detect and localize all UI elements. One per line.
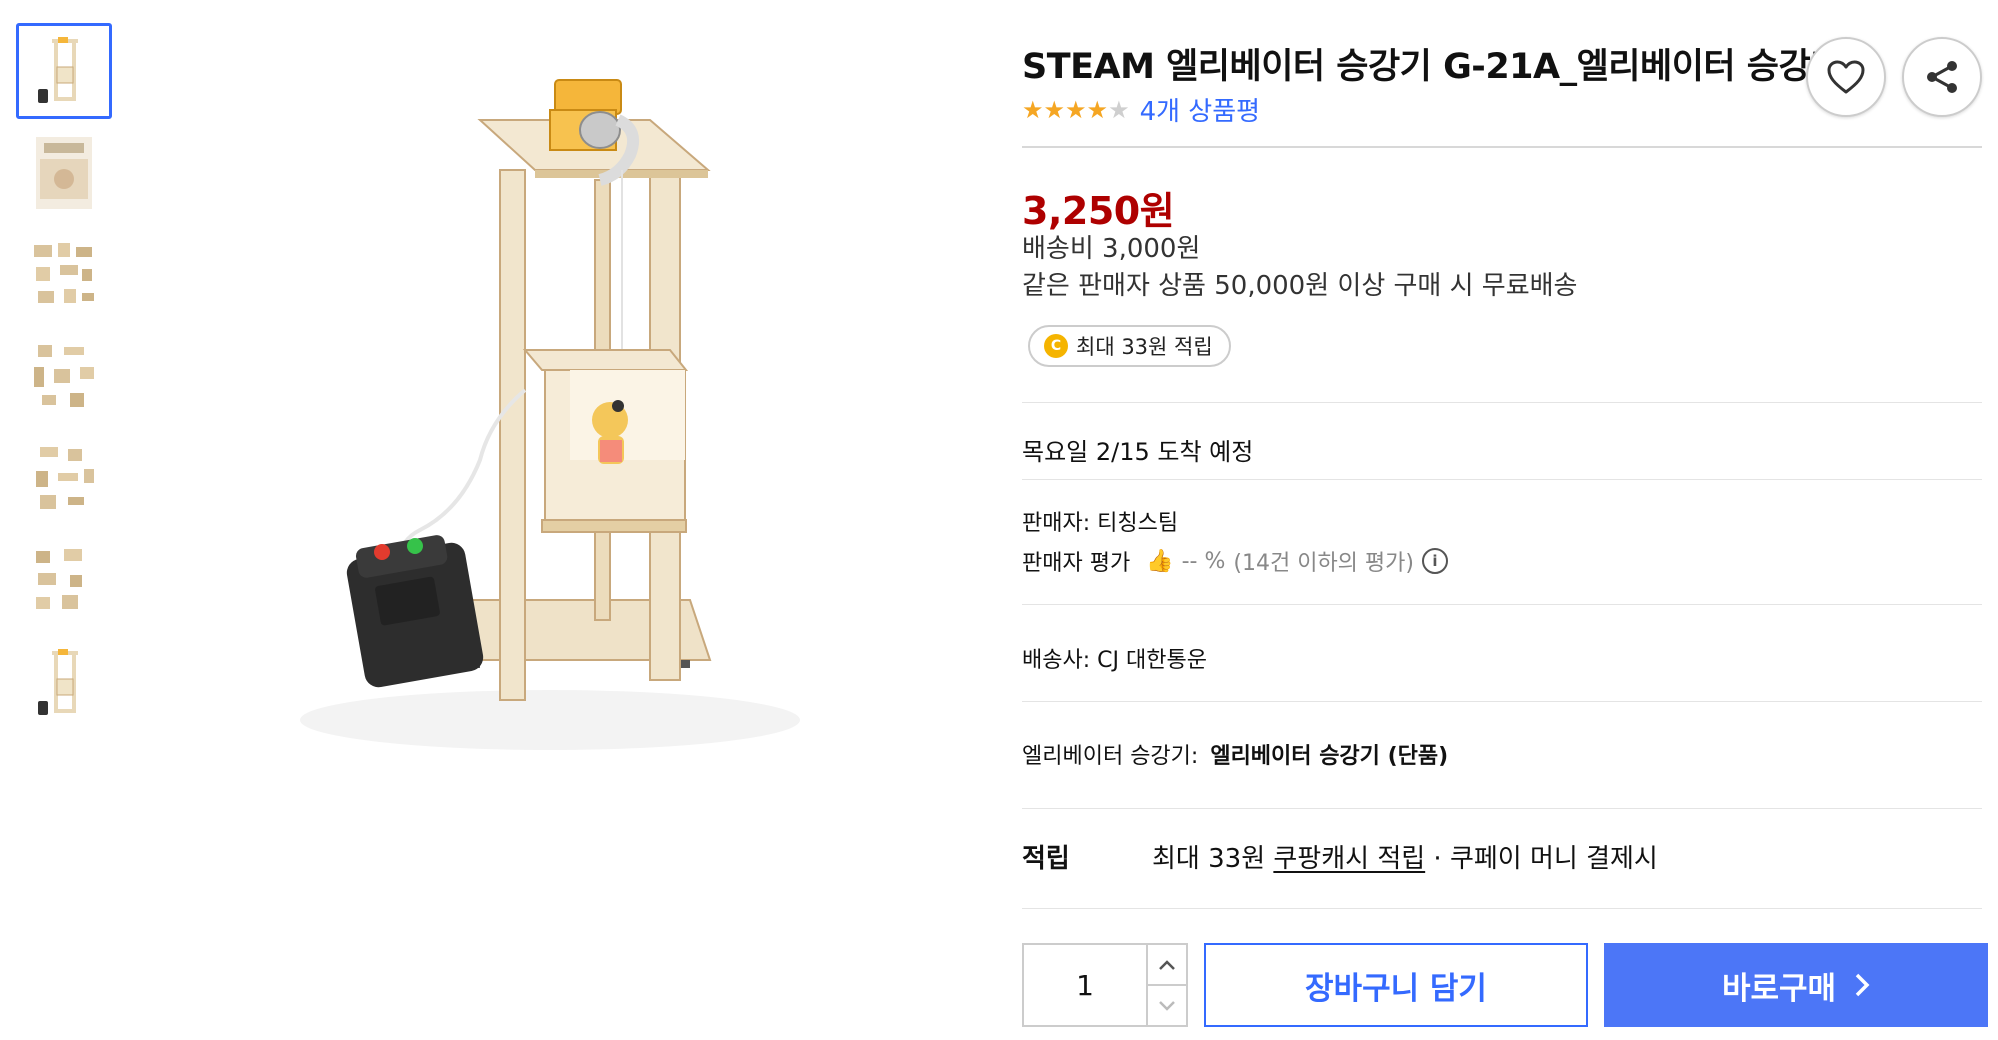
star-icon: ★ [1065, 95, 1087, 124]
star-icon: ★ [1086, 95, 1109, 124]
coupang-cash-link[interactable]: 쿠팡캐시 적립 [1273, 844, 1425, 874]
product-main-image [130, 60, 930, 860]
add-to-cart-label: 장바구니 담기 [1305, 970, 1487, 1007]
share-button[interactable] [1902, 37, 1982, 117]
sale-price: 3,250원 [1022, 189, 1175, 233]
seller-rating-note: (14건 이하의 평가) [1233, 551, 1414, 576]
thumbnail-7[interactable] [16, 635, 112, 731]
thumbnail-6[interactable] [16, 533, 112, 629]
chevron-up-icon [1159, 959, 1175, 970]
seller-rating-value: -- % [1181, 548, 1226, 574]
product-rating: ★ ★ ★ ★ ★ 4개 상품평 [1022, 91, 1260, 128]
quantity-stepper [1022, 943, 1188, 1027]
shipping-fee: 배송비 3,000원 [1022, 234, 1201, 264]
reward-prefix: 최대 33원 [1152, 844, 1274, 874]
thumbnail-2[interactable] [16, 125, 112, 221]
kit-collection-thumbnail-image-4 [36, 549, 82, 609]
reward-label: 적립 [1022, 844, 1070, 874]
elevator-thumbnail-image-2 [38, 649, 78, 715]
info-icon[interactable]: i [1421, 548, 1448, 574]
free-shipping-note: 같은 판매자 상품 50,000원 이상 구매 시 무료배송 [1022, 271, 1578, 301]
star-icon: ★ [1108, 95, 1130, 124]
option-selection: 엘리베이터 승강기: 엘리베이터 승강기 (단품) [1022, 738, 1448, 770]
share-icon [1927, 61, 1957, 93]
courier-info: 배송사: CJ 대한통운 [1022, 648, 1207, 673]
elevator-thumbnail-image [38, 37, 78, 103]
star-icon: ★ [1043, 95, 1066, 124]
divider [1022, 402, 1982, 403]
add-to-cart-button[interactable]: 장바구니 담기 [1204, 943, 1588, 1027]
divider [1022, 604, 1982, 605]
option-label: 엘리베이터 승강기: [1022, 744, 1199, 769]
heart-icon [1827, 60, 1865, 94]
thumbs-up-icon: 👍 [1146, 548, 1174, 574]
seller-name: 판매자: 티칭스팀 [1022, 511, 1179, 536]
kit-collection-thumbnail-image [34, 243, 94, 303]
product-title: STEAM 엘리베이터 승강기 G-21A_엘리베이터 승강기 [1022, 47, 1842, 87]
star-icon: ★ [1022, 95, 1044, 124]
reward-suffix: · 쿠페이 머니 결제시 [1425, 844, 1658, 874]
arrival-estimate: 목요일 2/15 도착 예정 [1022, 438, 1254, 466]
quantity-input[interactable] [1024, 945, 1148, 1025]
divider [1022, 479, 1982, 480]
divider [1022, 146, 1982, 148]
kit-collection-thumbnail-image-3 [36, 447, 94, 509]
elevator-product-image [300, 79, 800, 750]
kit-collection-thumbnail-image-2 [34, 345, 94, 407]
option-value[interactable]: 엘리베이터 승강기 (단품) [1210, 744, 1448, 769]
divider [1022, 701, 1982, 702]
chevron-down-icon [1159, 1000, 1175, 1011]
star-rating: ★ ★ ★ ★ ★ [1022, 98, 1130, 122]
review-count-link[interactable]: 4개 상품평 [1140, 91, 1261, 128]
thumbnail-list [16, 23, 116, 737]
quantity-buttons [1148, 945, 1186, 1025]
thumbnail-3[interactable] [16, 227, 112, 323]
thumbnail-4[interactable] [16, 329, 112, 425]
seller-rating: 판매자 평가 👍 -- % (14건 이하의 평가) i [1022, 545, 1448, 577]
buy-now-label: 바로구매 [1721, 970, 1837, 1007]
quantity-increase-button[interactable] [1148, 945, 1186, 986]
divider [1022, 908, 1982, 909]
buy-now-button[interactable]: 바로구매 [1604, 943, 1988, 1027]
cash-reward-badge: C 최대 33원 적립 [1028, 325, 1231, 367]
cash-reward-text: 최대 33원 적립 [1076, 335, 1213, 359]
coin-icon: C [1044, 334, 1068, 358]
reward-info: 적립 최대 33원 쿠팡캐시 적립 · 쿠페이 머니 결제시 [1022, 838, 1658, 875]
package-thumbnail-image [36, 137, 92, 209]
seller-rating-label: 판매자 평가 [1022, 551, 1131, 576]
chevron-right-icon [1855, 973, 1870, 997]
thumbnail-1[interactable] [16, 23, 112, 119]
quantity-decrease-button[interactable] [1148, 986, 1186, 1025]
wishlist-button[interactable] [1806, 37, 1886, 117]
thumbnail-5[interactable] [16, 431, 112, 527]
divider [1022, 808, 1982, 809]
